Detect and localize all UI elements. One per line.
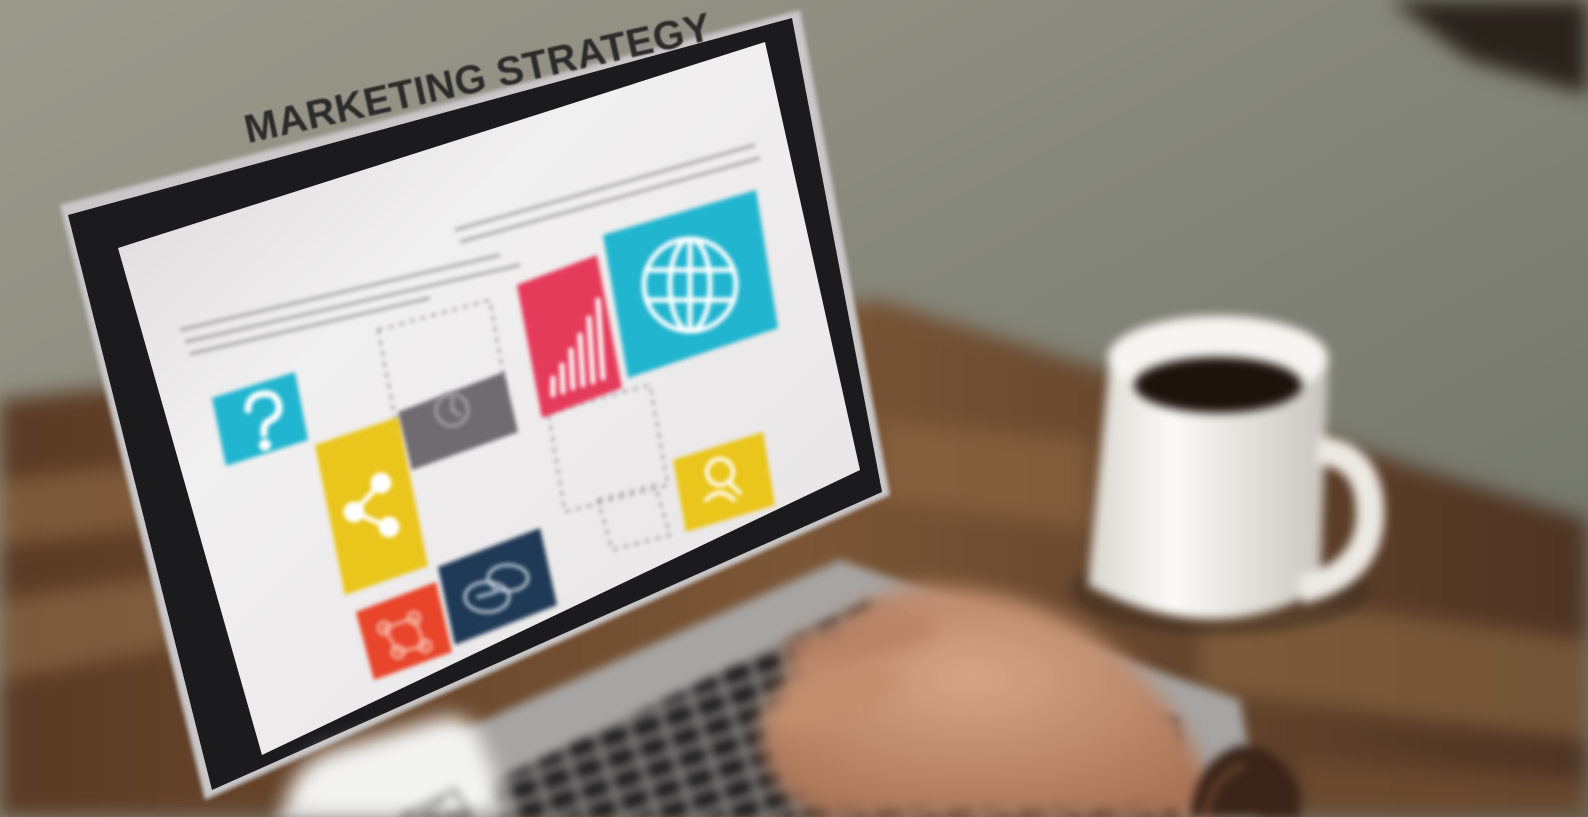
coffee	[1134, 357, 1302, 413]
photo-scene	[0, 0, 1588, 817]
